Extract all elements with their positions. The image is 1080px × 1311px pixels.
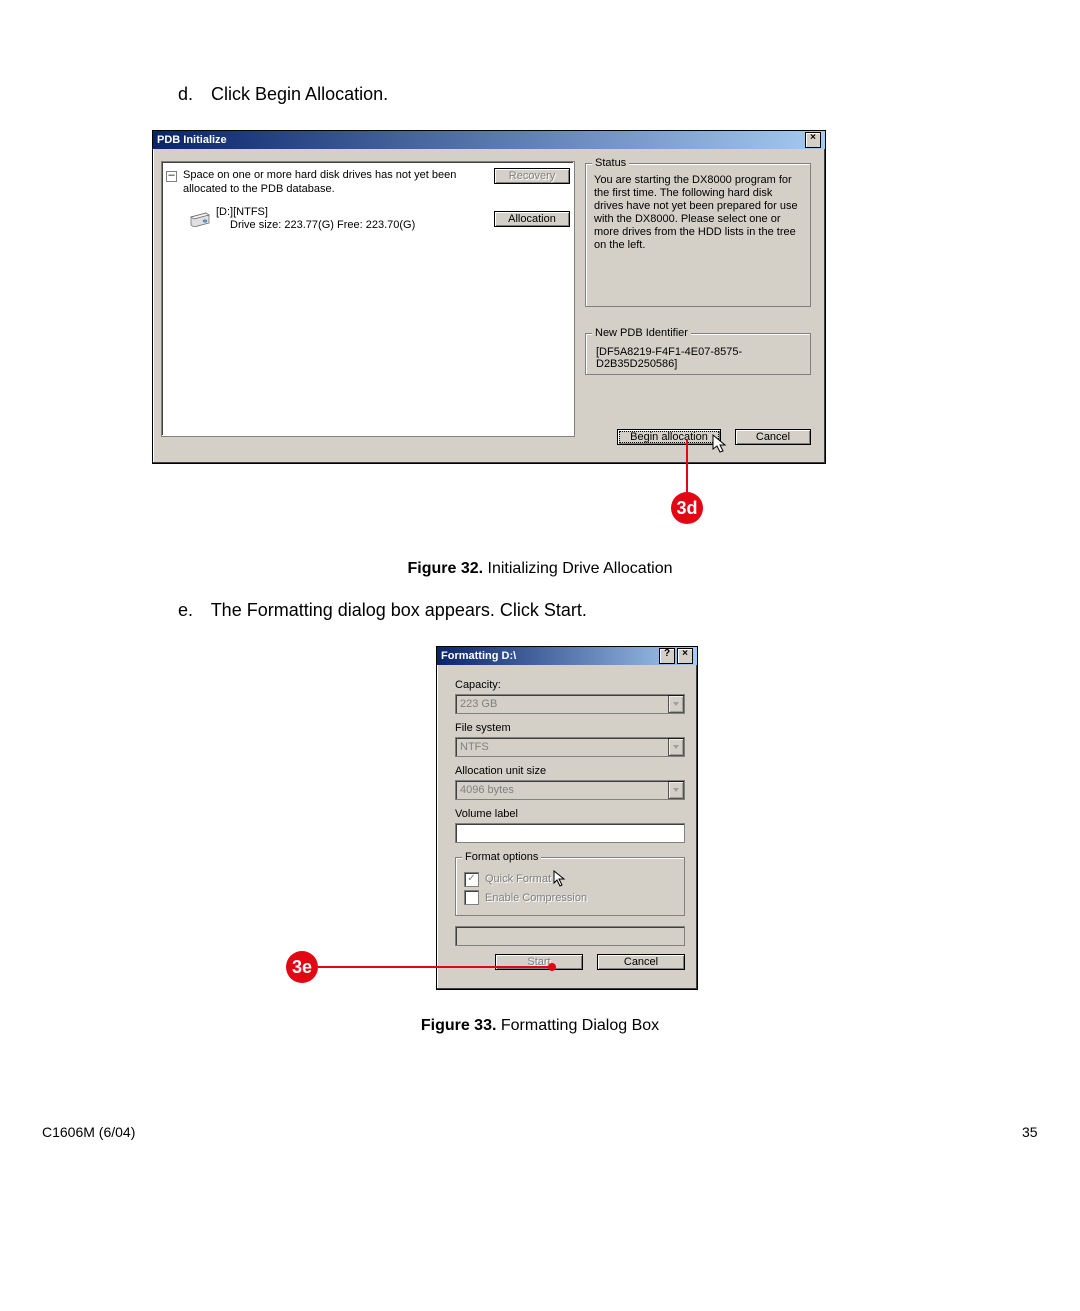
help-icon[interactable]: ? (659, 648, 675, 664)
filesystem-value (456, 738, 668, 756)
allocation-button[interactable]: Allocation (494, 211, 570, 227)
figure-32-label: Figure 32. (408, 560, 484, 577)
pdb-title-text: PDB Initialize (157, 131, 227, 149)
step-d-letter: d. (178, 84, 206, 105)
allocation-unit-size-label: Allocation unit size (455, 765, 685, 777)
drive-entry[interactable]: [D:][NTFS] Drive size: 223.77(G) Free: 2… (216, 206, 488, 232)
progress-bar (455, 926, 685, 946)
figure-32-caption: Figure 32. Initializing Drive Allocation (240, 560, 840, 578)
recovery-button[interactable]: Recovery (494, 168, 570, 184)
hard-drive-icon (190, 211, 210, 227)
footer-doc-id: C1606M (6/04) (42, 1124, 135, 1140)
status-text: You are starting the DX8000 program for … (594, 174, 802, 252)
tree-collapse-icon[interactable]: – (166, 171, 177, 182)
step-e-letter: e. (178, 600, 206, 621)
enable-compression-label: Enable Compression (485, 892, 587, 904)
capacity-label: Capacity: (455, 679, 685, 691)
allocation-unit-size-combo[interactable] (455, 780, 685, 800)
allocation-unit-size-value (456, 781, 668, 799)
drive-tree-panel: – Space on one or more hard disk drives … (161, 161, 575, 437)
tree-root-text: Space on one or more hard disk drives ha… (183, 168, 488, 196)
callout-3e-line (318, 966, 552, 968)
capacity-combo[interactable] (455, 694, 685, 714)
chevron-down-icon[interactable] (668, 781, 684, 799)
chevron-down-icon[interactable] (668, 738, 684, 756)
close-icon[interactable]: × (677, 648, 693, 664)
step-e-text: The Formatting dialog box appears. Click… (211, 600, 587, 620)
pdb-identifier-value: [DF5A8219-F4F1-4E07-8575-D2B35D250586] (596, 346, 802, 370)
callout-3d-badge: 3d (671, 492, 703, 524)
footer-page-number: 35 (1022, 1124, 1038, 1140)
close-icon[interactable]: × (805, 132, 821, 148)
callout-3e-badge: 3e (286, 951, 318, 983)
format-options-group: Format options ✓ Quick Format ✓ Enable C… (455, 857, 685, 916)
formatting-dialog: Formatting D:\ ? × Capacity: File system… (436, 646, 698, 990)
enable-compression-checkbox[interactable]: ✓ (464, 890, 479, 905)
drive-info: Drive size: 223.77(G) Free: 223.70(G) (216, 219, 488, 232)
formatting-title-text: Formatting D:\ (441, 647, 516, 665)
quick-format-checkbox[interactable]: ✓ (464, 872, 479, 887)
pdb-titlebar[interactable]: PDB Initialize × (153, 131, 825, 149)
figure-33-text: Formatting Dialog Box (496, 1017, 659, 1034)
format-options-label: Format options (462, 851, 541, 863)
volume-label-label: Volume label (455, 808, 685, 820)
volume-label-input[interactable] (455, 823, 685, 843)
status-group: Status You are starting the DX8000 progr… (585, 163, 811, 307)
cancel-button[interactable]: Cancel (735, 429, 811, 445)
chevron-down-icon[interactable] (668, 695, 684, 713)
step-d-line: d. Click Begin Allocation. (178, 84, 388, 105)
quick-format-label: Quick Format (485, 873, 551, 885)
capacity-value (456, 695, 668, 713)
cursor-icon (553, 870, 567, 888)
pdb-initialize-dialog: PDB Initialize × – Space on one or more … (152, 130, 826, 464)
callout-3d-line (686, 440, 688, 496)
filesystem-label: File system (455, 722, 685, 734)
step-d-text: Click Begin Allocation. (211, 84, 388, 104)
pdb-identifier-label: New PDB Identifier (592, 327, 691, 339)
step-e-line: e. The Formatting dialog box appears. Cl… (178, 600, 587, 621)
figure-33-label: Figure 33. (421, 1017, 497, 1034)
figure-33-caption: Figure 33. Formatting Dialog Box (240, 1017, 840, 1035)
drive-name: [D:][NTFS] (216, 206, 488, 219)
figure-32-text: Initializing Drive Allocation (483, 560, 672, 577)
pdb-identifier-group: New PDB Identifier [DF5A8219-F4F1-4E07-8… (585, 333, 811, 375)
filesystem-combo[interactable] (455, 737, 685, 757)
cancel-button[interactable]: Cancel (597, 954, 685, 970)
begin-allocation-button[interactable]: Begin allocation (617, 429, 721, 445)
status-label: Status (592, 157, 629, 169)
formatting-titlebar[interactable]: Formatting D:\ ? × (437, 647, 697, 665)
